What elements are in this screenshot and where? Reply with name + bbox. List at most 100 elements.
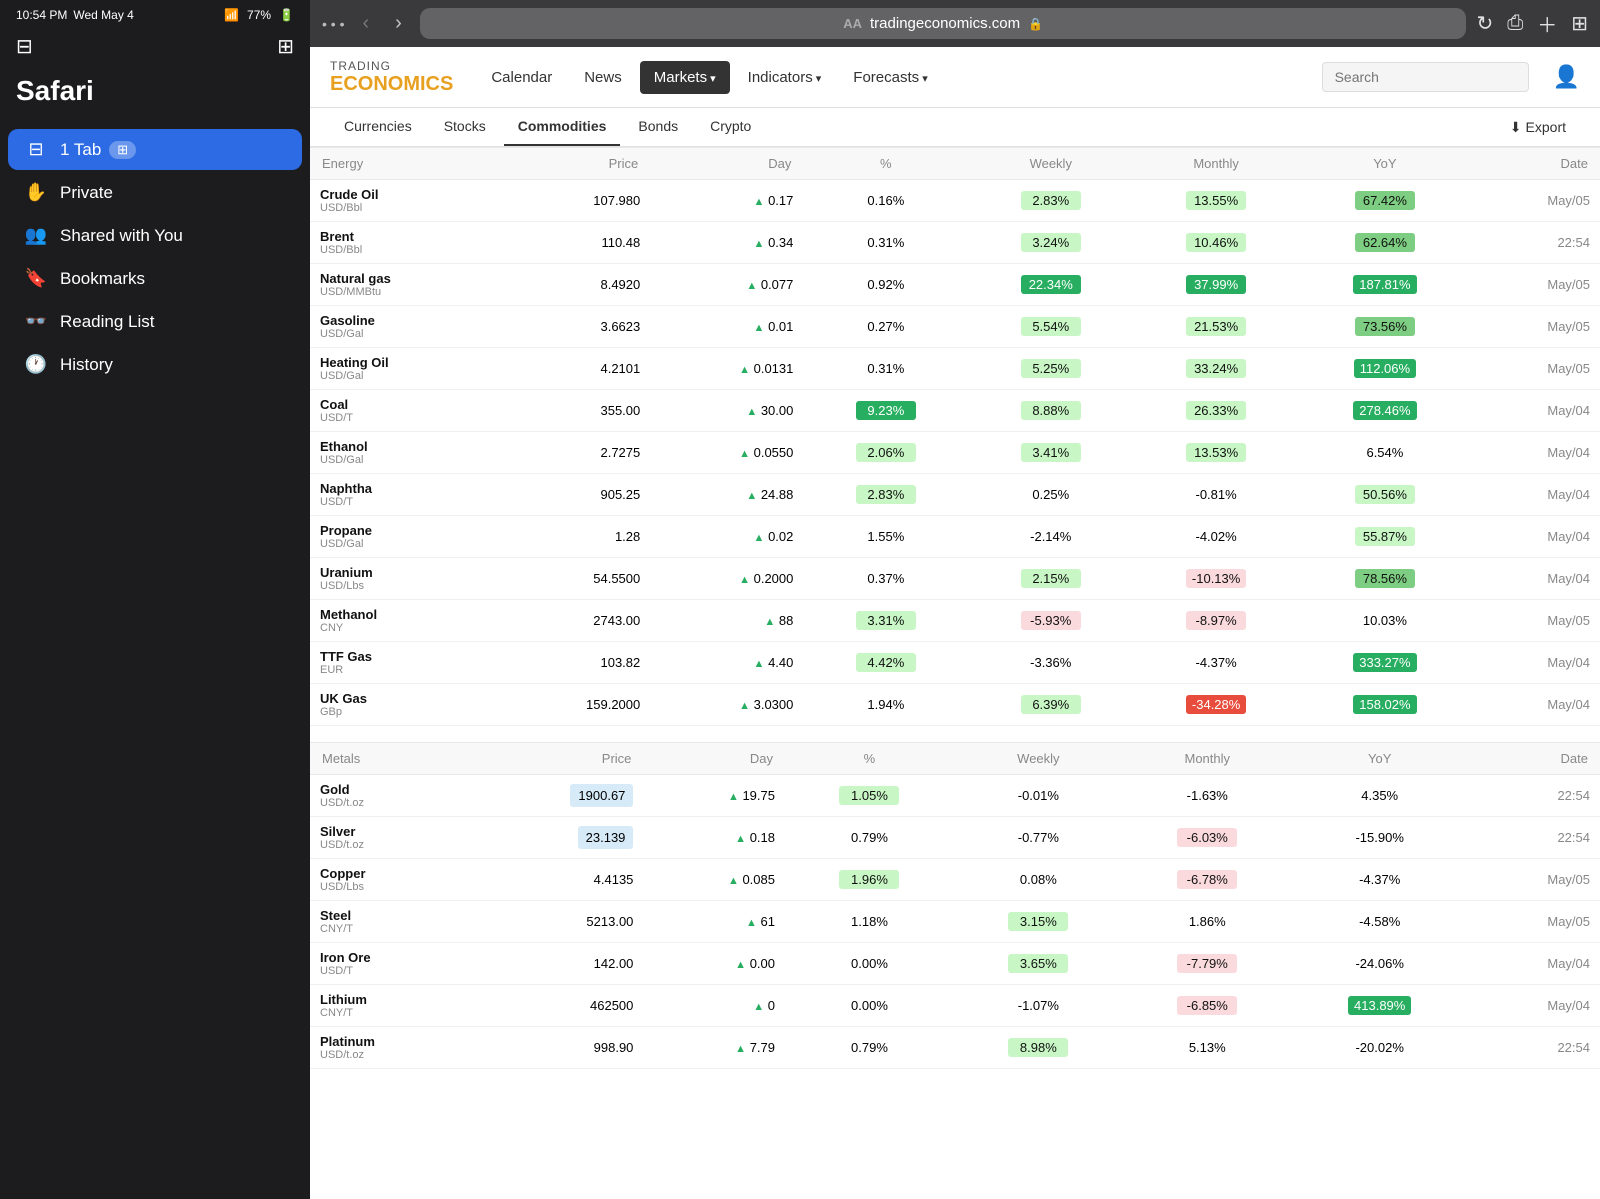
yoy-cell: 278.46% bbox=[1299, 390, 1471, 432]
date-cell: May/04 bbox=[1471, 642, 1600, 684]
up-arrow-icon: ▲ bbox=[739, 448, 750, 460]
price-cell: 142.00 bbox=[468, 943, 643, 985]
site-search-input[interactable] bbox=[1322, 62, 1529, 92]
share-button[interactable]: ⎙ bbox=[1507, 12, 1523, 35]
commodity-name-cell: Uranium USD/Lbs bbox=[310, 558, 497, 600]
commodity-unit: USD/T bbox=[320, 412, 487, 424]
site-nav: Calendar News Markets Indicators Forecas… bbox=[477, 61, 1297, 94]
nav-calendar[interactable]: Calendar bbox=[477, 61, 566, 94]
up-arrow-icon: ▲ bbox=[739, 364, 750, 376]
monthly-badge: -0.81% bbox=[1186, 485, 1246, 504]
table-row[interactable]: Silver USD/t.oz 23.139 ▲ 0.18 0.79% -0.7… bbox=[310, 817, 1600, 859]
up-arrow-icon: ▲ bbox=[746, 490, 757, 502]
nav-markets[interactable]: Markets bbox=[640, 61, 730, 94]
sub-nav-currencies[interactable]: Currencies bbox=[330, 108, 426, 146]
weekly-badge: 0.08% bbox=[1008, 870, 1068, 889]
commodity-unit: USD/Gal bbox=[320, 370, 487, 382]
user-icon[interactable]: 👤 bbox=[1553, 64, 1580, 90]
monthly-badge: -7.79% bbox=[1177, 954, 1237, 973]
new-tab-browser-button[interactable]: ＋ bbox=[1537, 9, 1557, 38]
commodity-name-cell: Platinum USD/t.oz bbox=[310, 1027, 468, 1069]
nav-indicators[interactable]: Indicators bbox=[734, 61, 836, 94]
table-row[interactable]: Lithium CNY/T 462500 ▲ 0 0.00% -1.07% -6… bbox=[310, 985, 1600, 1027]
private-icon: ✋ bbox=[24, 182, 48, 203]
commodity-name-cell: TTF Gas EUR bbox=[310, 642, 497, 684]
sidebar-item-reading-list[interactable]: 👓 Reading List bbox=[8, 301, 302, 342]
day-cell: ▲ 0.085 bbox=[643, 859, 785, 901]
address-bar[interactable]: AA tradingeconomics.com 🔒 bbox=[420, 8, 1467, 39]
sidebar-item-tabs[interactable]: ⊟ 1 Tab ⊞ bbox=[8, 129, 302, 170]
sub-nav-crypto[interactable]: Crypto bbox=[696, 108, 765, 146]
table-row[interactable]: Steel CNY/T 5213.00 ▲ 61 1.18% 3.15% 1.8… bbox=[310, 901, 1600, 943]
yoy-badge: 112.06% bbox=[1354, 359, 1416, 378]
yoy-cell: 73.56% bbox=[1299, 306, 1471, 348]
day-value: 0.01 bbox=[768, 319, 793, 334]
up-arrow-icon: ▲ bbox=[754, 322, 765, 334]
sidebar-item-bookmarks[interactable]: 🔖 Bookmarks bbox=[8, 258, 302, 299]
day-cell: ▲ 61 bbox=[643, 901, 785, 943]
yoy-badge: 50.56% bbox=[1355, 485, 1415, 504]
weekly-cell: -5.93% bbox=[968, 600, 1133, 642]
table-row[interactable]: TTF Gas EUR 103.82 ▲ 4.40 4.42% -3.36% -… bbox=[310, 642, 1600, 684]
sidebar-item-history[interactable]: 🕐 History bbox=[8, 344, 302, 385]
table-row[interactable]: Coal USD/T 355.00 ▲ 30.00 9.23% 8.88% 26… bbox=[310, 390, 1600, 432]
up-arrow-icon: ▲ bbox=[739, 574, 750, 586]
monthly-badge: -6.78% bbox=[1177, 870, 1237, 889]
table-row[interactable]: Copper USD/Lbs 4.4135 ▲ 0.085 1.96% 0.08… bbox=[310, 859, 1600, 901]
commodity-name-cell: Heating Oil USD/Gal bbox=[310, 348, 497, 390]
table-row[interactable]: Ethanol USD/Gal 2.7275 ▲ 0.0550 2.06% 3.… bbox=[310, 432, 1600, 474]
logo-economics: ECONOMICS bbox=[330, 73, 453, 95]
weekly-cell: 2.15% bbox=[968, 558, 1133, 600]
price-value: 2.7275 bbox=[600, 445, 640, 460]
day-cell: ▲ 0 bbox=[643, 985, 785, 1027]
sub-nav-bonds[interactable]: Bonds bbox=[624, 108, 692, 146]
date-cell: 22:54 bbox=[1468, 817, 1600, 859]
table-row[interactable]: Heating Oil USD/Gal 4.2101 ▲ 0.0131 0.31… bbox=[310, 348, 1600, 390]
table-row[interactable]: Methanol CNY 2743.00 ▲ 88 3.31% -5.93% -… bbox=[310, 600, 1600, 642]
weekly-cell: 8.98% bbox=[954, 1027, 1123, 1069]
table-row[interactable]: Gold USD/t.oz 1900.67 ▲ 19.75 1.05% -0.0… bbox=[310, 775, 1600, 817]
history-icon: 🕐 bbox=[24, 354, 48, 375]
table-row[interactable]: Iron Ore USD/T 142.00 ▲ 0.00 0.00% 3.65%… bbox=[310, 943, 1600, 985]
monthly-cell: -6.78% bbox=[1123, 859, 1292, 901]
table-row[interactable]: Uranium USD/Lbs 54.5500 ▲ 0.2000 0.37% 2… bbox=[310, 558, 1600, 600]
commodity-unit: USD/t.oz bbox=[320, 797, 458, 809]
shared-icon: 👥 bbox=[24, 225, 48, 246]
monthly-cell: -4.02% bbox=[1133, 516, 1299, 558]
table-row[interactable]: Platinum USD/t.oz 998.90 ▲ 7.79 0.79% 8.… bbox=[310, 1027, 1600, 1069]
sub-nav-commodities[interactable]: Commodities bbox=[504, 108, 621, 146]
table-row[interactable]: Natural gas USD/MMBtu 8.4920 ▲ 0.077 0.9… bbox=[310, 264, 1600, 306]
bookmarks-icon: 🔖 bbox=[24, 268, 48, 289]
table-row[interactable]: Propane USD/Gal 1.28 ▲ 0.02 1.55% -2.14%… bbox=[310, 516, 1600, 558]
forward-button[interactable]: › bbox=[387, 8, 410, 39]
table-row[interactable]: Gasoline USD/Gal 3.6623 ▲ 0.01 0.27% 5.5… bbox=[310, 306, 1600, 348]
day-cell: ▲ 7.79 bbox=[643, 1027, 785, 1069]
aa-label[interactable]: AA bbox=[843, 16, 862, 31]
reload-button[interactable]: ↻ bbox=[1476, 11, 1493, 36]
sidebar-item-private[interactable]: ✋ Private bbox=[8, 172, 302, 213]
weekly-cell: 0.08% bbox=[954, 859, 1123, 901]
table-row[interactable]: UK Gas GBp 159.2000 ▲ 3.0300 1.94% 6.39%… bbox=[310, 684, 1600, 726]
table-row[interactable]: Crude Oil USD/Bbl 107.980 ▲ 0.17 0.16% 2… bbox=[310, 180, 1600, 222]
metals-date-header: Date bbox=[1468, 743, 1600, 775]
site-header: TRADING ECONOMICS Calendar News Markets … bbox=[310, 47, 1600, 108]
commodity-name-cell: Iron Ore USD/T bbox=[310, 943, 468, 985]
back-button[interactable]: ‹ bbox=[354, 8, 377, 39]
tabs-grid-button[interactable]: ⊞ bbox=[1571, 11, 1588, 36]
nav-news[interactable]: News bbox=[570, 61, 636, 94]
sidebar-toggle-button[interactable]: ⊟ bbox=[16, 34, 33, 59]
export-button[interactable]: ⬇ Export bbox=[1496, 111, 1580, 144]
energy-monthly-header: Monthly bbox=[1133, 148, 1299, 180]
new-tab-button[interactable]: ⊞ bbox=[277, 34, 294, 59]
nav-forecasts[interactable]: Forecasts bbox=[839, 61, 941, 94]
table-row[interactable]: Naphtha USD/T 905.25 ▲ 24.88 2.83% 0.25%… bbox=[310, 474, 1600, 516]
yoy-cell: 10.03% bbox=[1299, 600, 1471, 642]
table-row[interactable]: Brent USD/Bbl 110.48 ▲ 0.34 0.31% 3.24% … bbox=[310, 222, 1600, 264]
sub-nav-stocks[interactable]: Stocks bbox=[430, 108, 500, 146]
sidebar-item-shared[interactable]: 👥 Shared with You bbox=[8, 215, 302, 256]
commodity-name-cell: UK Gas GBp bbox=[310, 684, 497, 726]
commodity-unit: USD/Gal bbox=[320, 538, 487, 550]
battery-icon: 🔋 bbox=[279, 8, 294, 22]
energy-table-container: Energy Price Day % Weekly Monthly YoY Da… bbox=[310, 147, 1600, 726]
monthly-badge: -6.85% bbox=[1177, 996, 1237, 1015]
